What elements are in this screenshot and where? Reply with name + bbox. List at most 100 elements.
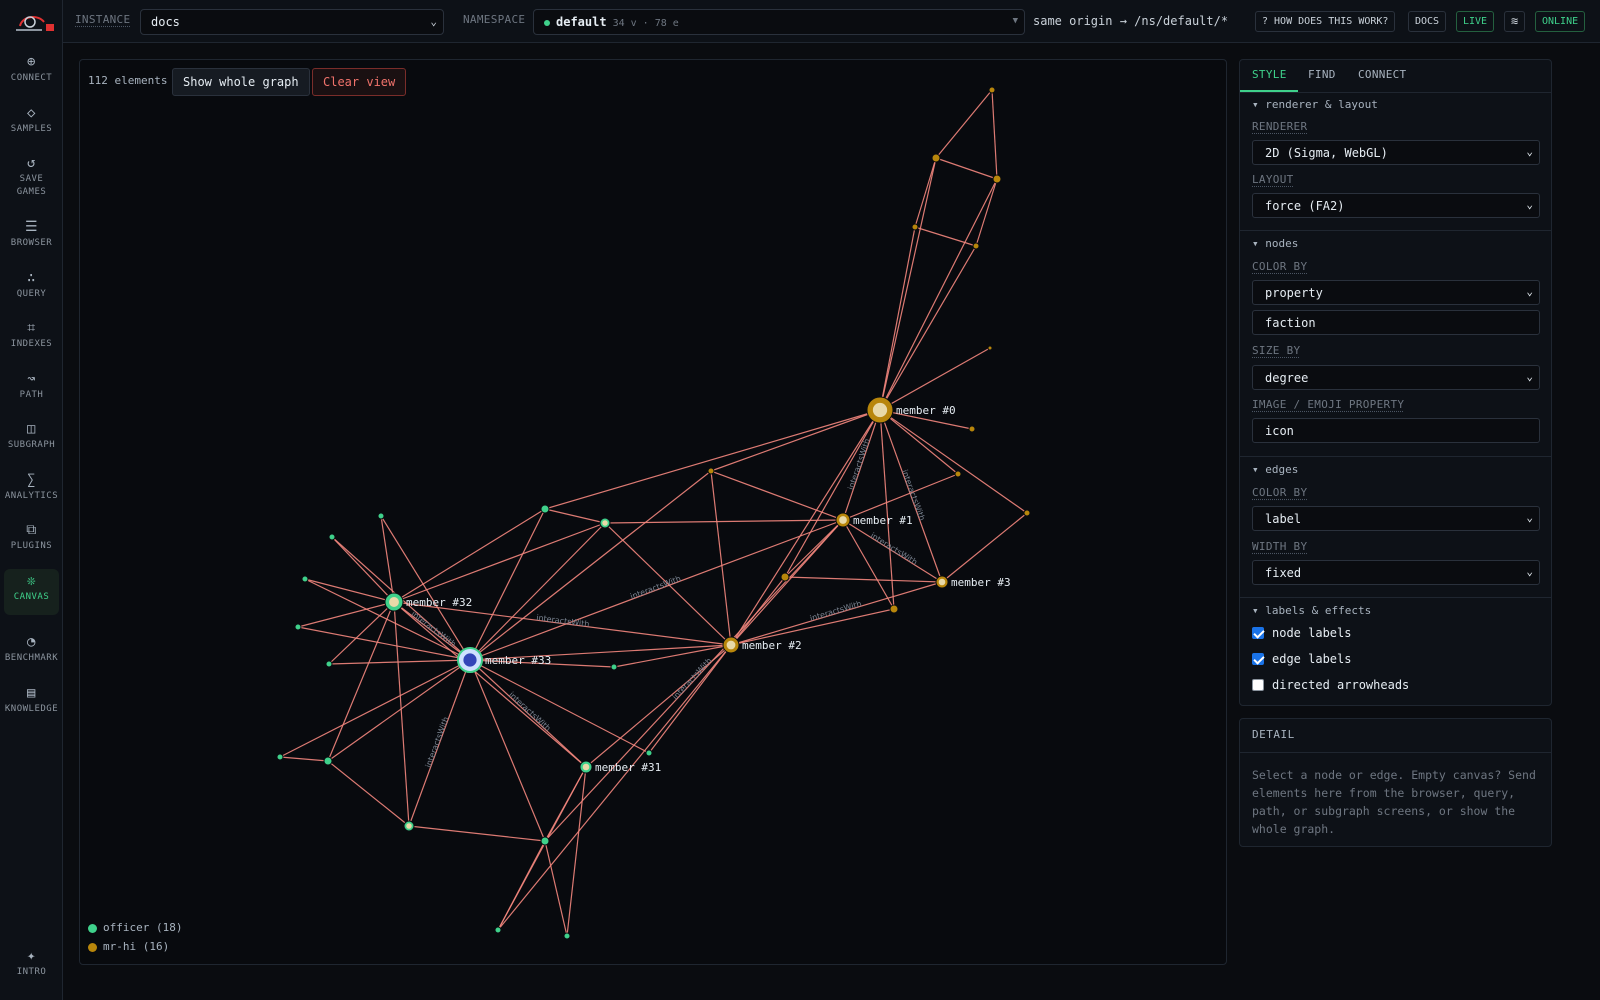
graph-node[interactable]: member #0 — [866, 396, 956, 424]
tab-find[interactable]: FIND — [1308, 68, 1336, 81]
graph-edge[interactable] — [497, 644, 732, 931]
node-circle[interactable] — [992, 174, 1002, 184]
size-by-select[interactable]: degree ⌄ — [1252, 365, 1540, 390]
namespace-select[interactable]: default 34 v · 78 e ▼ — [533, 9, 1025, 35]
sidebar-item-analytics[interactable]: ∑ ANALYTICS — [4, 468, 59, 504]
graph-node[interactable]: member #2 — [722, 636, 802, 654]
graph-node[interactable] — [325, 660, 333, 668]
graph-edge[interactable] — [975, 178, 998, 247]
graph-node[interactable]: member #33 — [457, 647, 551, 673]
graph-node[interactable] — [707, 467, 715, 475]
graph-node[interactable] — [992, 174, 1002, 184]
graph-edge[interactable] — [297, 601, 395, 628]
color-property-input[interactable]: faction — [1252, 310, 1540, 335]
checkbox-checked-icon[interactable] — [1252, 653, 1264, 665]
graph-edge[interactable] — [648, 644, 732, 754]
checkbox-checked-icon[interactable] — [1252, 627, 1264, 639]
graph-svg[interactable]: interactsWith interactsWith interactsWith i… — [80, 60, 1227, 965]
graph-edge[interactable] — [604, 519, 844, 524]
graph-edge[interactable] — [408, 825, 546, 842]
live-badge[interactable]: LIVE — [1456, 11, 1495, 32]
graph-edge[interactable] — [304, 578, 395, 603]
node-circle[interactable] — [610, 663, 618, 671]
graph-node[interactable]: member #31 — [579, 760, 661, 774]
section-renderer[interactable]: ▾ renderer & layout — [1252, 98, 1378, 111]
graph-edge[interactable] — [879, 347, 991, 411]
graph-node[interactable] — [780, 572, 790, 582]
sidebar-item-indexes[interactable]: ⌗ INDEXES — [4, 316, 59, 352]
graph-edge[interactable] — [544, 409, 881, 510]
graph-node[interactable]: member #32 — [384, 592, 472, 612]
node-circle[interactable] — [889, 604, 899, 614]
graph-node[interactable] — [988, 86, 996, 94]
edge-labels-checkbox[interactable]: edge labels — [1252, 652, 1351, 666]
checkbox-unchecked-icon[interactable] — [1252, 679, 1264, 691]
node-labels-checkbox[interactable]: node labels — [1252, 626, 1351, 640]
sidebar-item-intro[interactable]: ✦ INTRO — [4, 944, 59, 980]
graph-edge[interactable] — [784, 576, 943, 583]
graph-node[interactable] — [911, 223, 919, 231]
node-circle[interactable] — [968, 425, 976, 433]
node-circle[interactable] — [911, 223, 919, 231]
sidebar-item-subgraph[interactable]: ◫ SUBGRAPH — [4, 417, 59, 453]
sidebar-item-plugins[interactable]: ⧉ PLUGINS — [4, 518, 59, 554]
graph-node[interactable] — [987, 345, 993, 351]
graph-node[interactable] — [494, 926, 502, 934]
instance-select[interactable]: docs ⌄ — [140, 9, 444, 35]
graph-edge[interactable] — [879, 178, 998, 411]
graph-node[interactable] — [1023, 509, 1031, 517]
graph-node[interactable] — [563, 932, 571, 940]
node-circle[interactable] — [301, 575, 309, 583]
graph-node[interactable] — [328, 533, 336, 541]
graph-edge[interactable] — [941, 512, 1028, 583]
graph-edge[interactable] — [380, 515, 395, 603]
graph-canvas[interactable]: interactsWith interactsWith interactsWith i… — [79, 59, 1227, 965]
graph-node[interactable] — [540, 836, 550, 846]
width-by-select[interactable]: fixed ⌄ — [1252, 560, 1540, 585]
graph-edge[interactable] — [328, 601, 395, 665]
graph-edge[interactable] — [991, 89, 998, 180]
sidebar-item-path[interactable]: ↝ PATH — [4, 367, 59, 403]
graph-edge[interactable] — [879, 157, 937, 411]
node-circle[interactable] — [972, 242, 980, 250]
node-circle[interactable] — [988, 86, 996, 94]
node-circle[interactable] — [540, 836, 550, 846]
graph-edge[interactable] — [730, 409, 881, 646]
graph-node[interactable] — [610, 663, 618, 671]
graph-node[interactable] — [403, 820, 415, 832]
graph-edge[interactable] — [710, 470, 732, 646]
graph-node[interactable] — [276, 753, 284, 761]
graph-edge[interactable] — [935, 89, 993, 159]
arrowheads-checkbox[interactable]: directed arrowheads — [1252, 678, 1409, 692]
edge-color-by-select[interactable]: label ⌄ — [1252, 506, 1540, 531]
sidebar-item-benchmark[interactable]: ◔ BENCHMARK — [4, 630, 59, 666]
graph-edge[interactable] — [784, 409, 881, 578]
node-circle[interactable] — [987, 345, 993, 351]
graph-edge[interactable] — [566, 766, 587, 937]
layout-select[interactable]: force (FA2) ⌄ — [1252, 193, 1540, 218]
image-property-input[interactable]: icon — [1252, 418, 1540, 443]
sidebar-item-knowledge[interactable]: ▤ KNOWLEDGE — [4, 681, 59, 717]
node-circle[interactable] — [323, 756, 333, 766]
graph-node[interactable] — [540, 504, 550, 514]
sidebar-item-query[interactable]: ∴ QUERY — [4, 266, 59, 302]
tab-style[interactable]: STYLE — [1252, 68, 1287, 81]
sidebar-item-samples[interactable]: ◇ SAMPLES — [4, 101, 59, 137]
graph-edge[interactable] — [842, 519, 895, 610]
show-whole-graph-button[interactable]: Show whole graph — [172, 68, 310, 96]
docs-button[interactable]: DOCS — [1408, 11, 1447, 32]
graph-edge[interactable] — [469, 659, 650, 754]
graph-node[interactable] — [301, 575, 309, 583]
sidebar-item-save-games[interactable]: ↺ SAVE GAMES — [4, 151, 59, 201]
graph-edge[interactable] — [935, 157, 998, 180]
node-circle[interactable] — [1023, 509, 1031, 517]
node-circle[interactable] — [494, 926, 502, 934]
graph-edge[interactable] — [469, 522, 606, 661]
node-circle[interactable] — [780, 572, 790, 582]
node-circle[interactable] — [377, 512, 385, 520]
graph-edge[interactable] — [279, 756, 329, 762]
section-labels[interactable]: ▾ labels & effects — [1252, 604, 1371, 617]
node-circle[interactable] — [294, 623, 302, 631]
graph-node[interactable] — [599, 517, 611, 529]
node-circle[interactable] — [325, 660, 333, 668]
